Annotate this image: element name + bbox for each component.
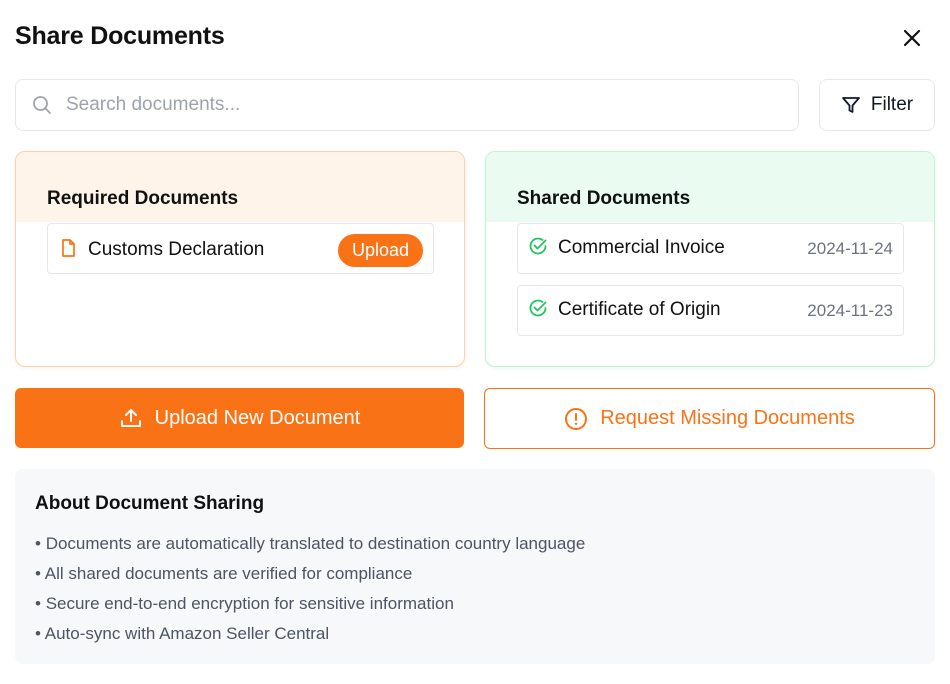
request-missing-documents-button[interactable]: Request Missing Documents xyxy=(484,388,935,449)
filter-label: Filter xyxy=(870,94,914,115)
about-point: Secure end-to-end encryption for sensiti… xyxy=(35,589,935,619)
alert-circle-icon xyxy=(565,407,588,430)
upload-document-button[interactable]: Upload xyxy=(337,234,423,267)
about-point: All shared documents are verified for co… xyxy=(35,559,935,589)
upload-new-document-button[interactable]: Upload New Document xyxy=(15,388,464,448)
close-button[interactable] xyxy=(896,22,928,54)
required-document-name: Customs Declaration xyxy=(88,239,265,260)
shared-document-name: Commercial Invoice xyxy=(558,237,725,258)
close-icon xyxy=(903,29,921,47)
about-point: Auto-sync with Amazon Seller Central xyxy=(35,619,935,649)
required-documents-title: Required Documents xyxy=(16,152,464,222)
about-document-sharing: About Document Sharing Documents are aut… xyxy=(15,469,935,664)
shared-document-name: Certificate of Origin xyxy=(558,299,721,320)
check-circle-icon xyxy=(529,299,547,317)
about-point: Documents are automatically translated t… xyxy=(35,529,935,559)
check-circle-icon xyxy=(529,237,547,255)
search-input[interactable] xyxy=(66,80,786,130)
search-icon xyxy=(33,96,51,114)
filter-icon xyxy=(841,97,860,113)
upload-new-document-label: Upload New Document xyxy=(154,406,361,429)
about-title: About Document Sharing xyxy=(35,493,265,514)
file-icon xyxy=(62,239,75,257)
required-documents-card: Required Documents Customs Declaration U… xyxy=(15,151,465,367)
search-box xyxy=(15,79,799,131)
shared-document-date: 2024-11-24 xyxy=(807,239,893,258)
upload-icon xyxy=(120,409,141,427)
shared-document-item[interactable]: Certificate of Origin 2024-11-23 xyxy=(517,285,904,336)
about-list: Documents are automatically translated t… xyxy=(35,529,935,649)
shared-document-item[interactable]: Commercial Invoice 2024-11-24 xyxy=(517,223,904,274)
shared-documents-card: Shared Documents Commercial Invoice 2024… xyxy=(485,151,935,367)
shared-documents-title: Shared Documents xyxy=(486,152,934,222)
required-document-item: Customs Declaration Upload xyxy=(47,223,434,274)
shared-document-date: 2024-11-23 xyxy=(807,301,893,320)
filter-button[interactable]: Filter xyxy=(819,79,935,131)
request-missing-documents-label: Request Missing Documents xyxy=(600,407,855,429)
dialog-title: Share Documents xyxy=(15,22,225,50)
